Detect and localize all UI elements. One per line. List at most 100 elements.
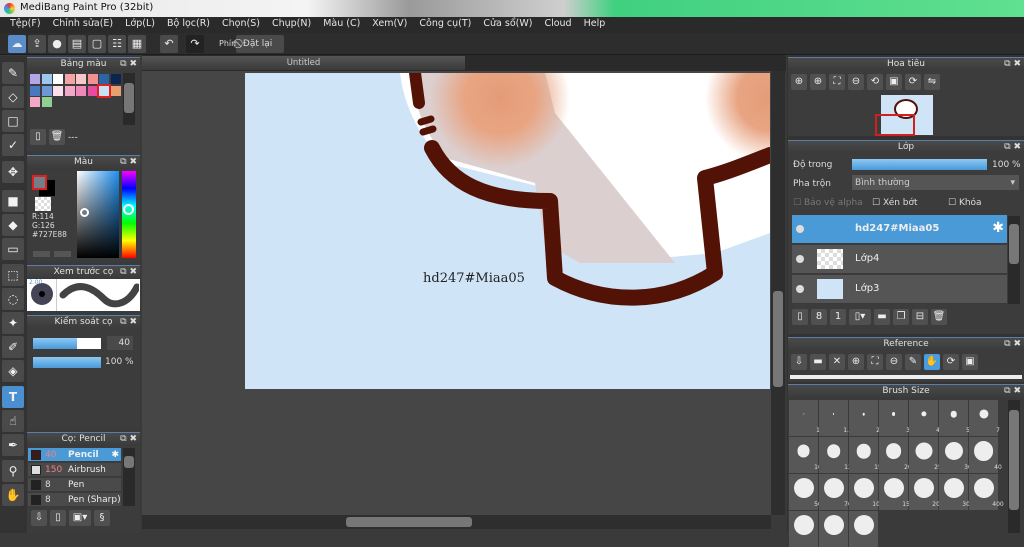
menu-item[interactable]: Cửa sổ(W): [477, 17, 538, 33]
hand-tool-icon[interactable]: ✋: [2, 484, 24, 506]
brush-size-cell[interactable]: 200: [909, 474, 944, 510]
palette-scrollbar[interactable]: [123, 73, 135, 125]
color-swatch[interactable]: [97, 83, 111, 98]
comment-icon[interactable]: ●: [48, 35, 66, 53]
fit-icon[interactable]: ⛶: [867, 354, 883, 370]
panel-close-icon[interactable]: ⧉ ✖: [1004, 141, 1021, 154]
zoom-reset-icon[interactable]: ⊕: [791, 74, 807, 90]
canvas-vertical-scrollbar[interactable]: [771, 71, 785, 515]
brush-list-scrollbar[interactable]: [123, 448, 135, 506]
panel-close-icon[interactable]: ⧉ ✖: [1004, 338, 1021, 351]
fill-rect-tool-icon[interactable]: ■: [2, 190, 24, 212]
duplicate-layer-icon[interactable]: ❐: [893, 309, 909, 325]
color-swatch[interactable]: [76, 85, 86, 96]
delete-palette-icon[interactable]: 🗑: [49, 129, 65, 145]
fit-window-icon[interactable]: ▣: [886, 74, 902, 90]
canvas-text[interactable]: hd247#Miaa05: [423, 271, 525, 286]
brush-size-cell[interactable]: 2: [849, 400, 880, 436]
navigator-thumbnail[interactable]: [875, 95, 933, 136]
document-icon[interactable]: ▢: [88, 35, 106, 53]
menu-item[interactable]: Cloud: [538, 17, 577, 33]
brush-size-cell[interactable]: 15: [849, 437, 882, 473]
redo-icon[interactable]: ↷: [186, 35, 204, 53]
bucket-tool-icon[interactable]: ◆: [2, 214, 24, 236]
eyedropper-icon[interactable]: ✎: [905, 354, 921, 370]
brush-size-cell[interactable]: 25: [909, 437, 942, 473]
brush-size-cell[interactable]: 150: [879, 474, 914, 510]
color-swatch[interactable]: [30, 74, 40, 84]
new-8bit-layer-icon[interactable]: 8: [811, 309, 827, 325]
folder-icon[interactable]: ▬: [874, 309, 890, 325]
brush-size-cell[interactable]: 1: [789, 400, 820, 436]
fit-window-icon[interactable]: ▣: [962, 354, 978, 370]
brush-size-cell[interactable]: [849, 511, 878, 547]
rotate-right-icon[interactable]: ⟳: [905, 74, 921, 90]
message-icon[interactable]: ▤: [68, 35, 86, 53]
lock-checkbox[interactable]: ☐ Khóa: [948, 198, 982, 208]
brush-size-cell[interactable]: 400: [969, 474, 1004, 510]
hand-icon[interactable]: ✋: [924, 354, 940, 370]
color-picker-button[interactable]: [54, 251, 71, 257]
color-swatch[interactable]: [53, 85, 63, 96]
cloud-icon[interactable]: ☁: [8, 35, 26, 53]
protect-alpha-checkbox[interactable]: ☐ Bảo vệ alpha: [793, 198, 863, 208]
color-swatch[interactable]: [110, 85, 121, 96]
flip-icon[interactable]: ⇋: [924, 74, 940, 90]
zoom-out-icon[interactable]: ⊖: [886, 354, 902, 370]
brush-size-cell[interactable]: 1.5: [819, 400, 853, 436]
new-brush-icon[interactable]: ▯: [50, 510, 66, 526]
cloud-download-icon[interactable]: ⇩: [31, 510, 47, 526]
layer-row[interactable]: hd247#Miaa05 ✱: [792, 215, 1007, 244]
panel-close-icon[interactable]: ⧉ ✖: [120, 156, 137, 169]
panel-close-icon[interactable]: ⧉ ✖: [1004, 58, 1021, 71]
saturation-value-picker[interactable]: [77, 171, 119, 258]
menu-item[interactable]: Chụp(N): [266, 17, 317, 33]
reset-button[interactable]: ⃠ Đặt lại: [236, 35, 284, 53]
layer-row[interactable]: Lớp3: [792, 275, 1007, 304]
new-layer-icon[interactable]: ▯: [792, 309, 808, 325]
brush-size-cell[interactable]: 70: [819, 474, 852, 510]
delete-layer-icon[interactable]: 🗑: [931, 309, 947, 325]
layer-row[interactable]: Lớp4: [792, 245, 1007, 274]
color-swatch[interactable]: [99, 74, 109, 84]
brush-item[interactable]: 150 Airbrush: [28, 463, 121, 477]
rectangle-tool-icon[interactable]: □: [2, 110, 24, 132]
menu-item[interactable]: Chỉnh sửa(E): [47, 17, 120, 33]
text-tool-icon[interactable]: T: [2, 386, 24, 408]
share-icon[interactable]: ⇪: [28, 35, 46, 53]
brush-size-cell[interactable]: 12: [819, 437, 852, 473]
menu-item[interactable]: Lớp(L): [119, 17, 161, 33]
move-tool-icon[interactable]: ✥: [2, 161, 24, 183]
color-swatch[interactable]: [87, 74, 98, 84]
hue-slider[interactable]: [122, 171, 136, 258]
brush-size-cell[interactable]: 20: [879, 437, 912, 473]
menu-item[interactable]: Help: [578, 17, 612, 33]
brush-size-cell[interactable]: [819, 511, 848, 547]
brush-size-cell[interactable]: 4: [909, 400, 940, 436]
color-swatch[interactable]: [87, 85, 98, 96]
panel-close-icon[interactable]: ⧉ ✖: [1004, 385, 1021, 398]
layer-opacity-slider[interactable]: [852, 159, 987, 170]
select-pen-icon[interactable]: ✐: [2, 336, 24, 358]
brush-item[interactable]: 8 Pen: [28, 478, 121, 492]
canvas-viewport[interactable]: hd247#Miaa05: [142, 71, 771, 515]
brush-opacity-slider[interactable]: [33, 357, 101, 368]
color-swatch[interactable]: [30, 97, 40, 107]
menu-item[interactable]: Xem(V): [366, 17, 413, 33]
color-mode-button[interactable]: [33, 251, 50, 257]
document-tab[interactable]: Untitled: [142, 56, 465, 70]
gear-icon[interactable]: ✱: [992, 220, 1004, 236]
panel-close-icon[interactable]: ⧉ ✖: [120, 58, 137, 71]
brush-size-cell[interactable]: 3: [879, 400, 910, 436]
zoom-in-icon[interactable]: ⊕: [810, 74, 826, 90]
brush-size-cell[interactable]: 50: [789, 474, 822, 510]
zoom-in-icon[interactable]: ⊕: [848, 354, 864, 370]
color-swatch[interactable]: [64, 74, 75, 84]
list-icon[interactable]: ☷: [108, 35, 126, 53]
brush-settings-icon[interactable]: §: [94, 510, 110, 526]
brush-size-scrollbar[interactable]: [1008, 400, 1020, 533]
panel-close-icon[interactable]: ⧉ ✖: [120, 316, 137, 329]
grid-icon[interactable]: ▦: [128, 35, 146, 53]
fit-icon[interactable]: ⛶: [829, 74, 845, 90]
color-swatch[interactable]: [53, 74, 63, 84]
